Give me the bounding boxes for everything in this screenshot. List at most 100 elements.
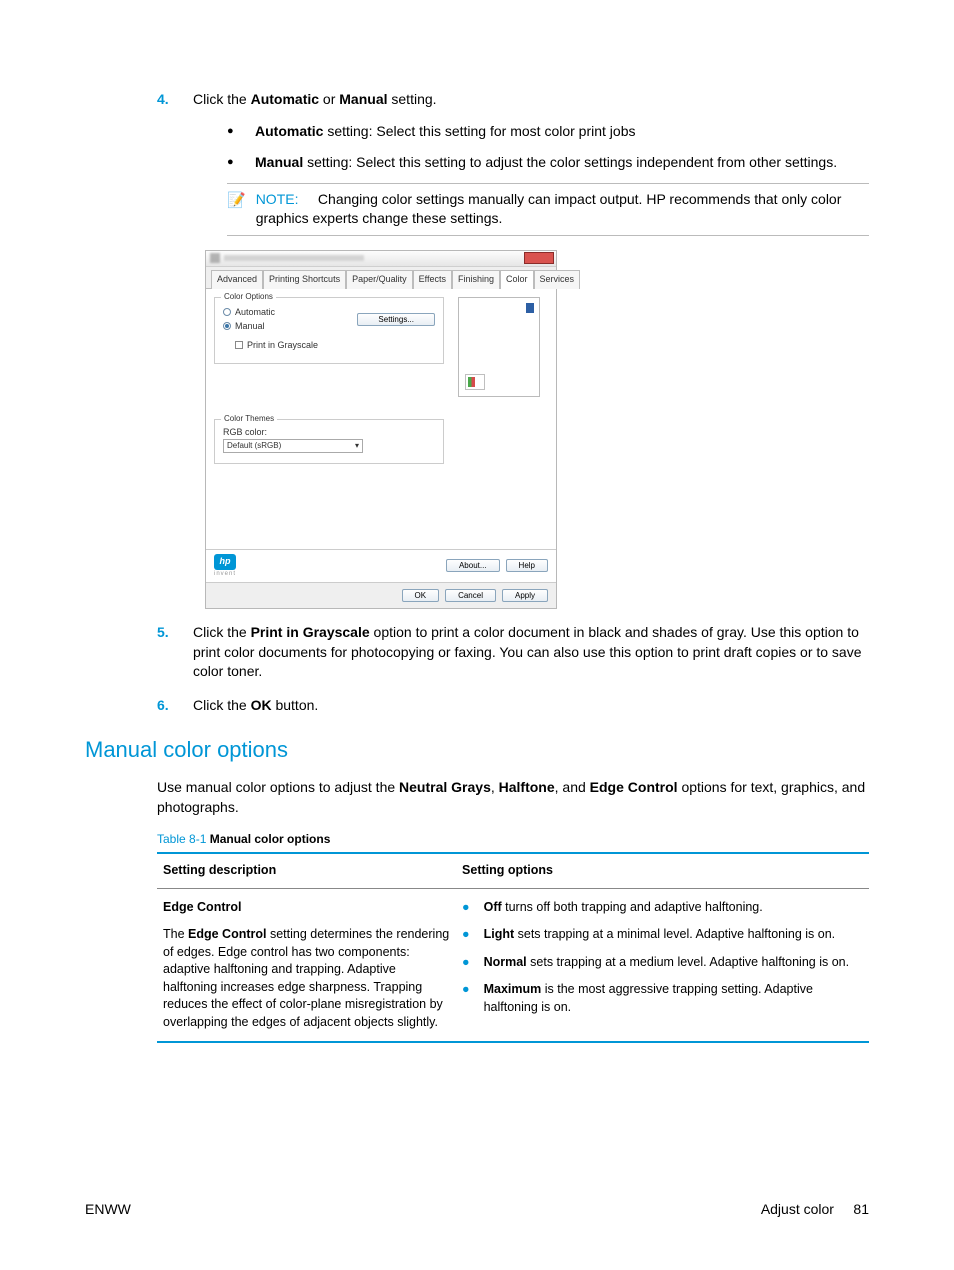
options-list: ● Off turns off both trapping and adaptiv… bbox=[462, 899, 863, 1017]
bullet-automatic: ● Automatic setting: Select this setting… bbox=[227, 122, 869, 142]
about-button[interactable]: About... bbox=[446, 559, 500, 572]
rgb-color-select[interactable]: Default (sRGB) ▾ bbox=[223, 439, 363, 453]
text: setting determines the rendering of edge… bbox=[163, 927, 449, 1029]
note-icon: 📝 bbox=[227, 190, 246, 229]
radio-manual[interactable] bbox=[223, 322, 231, 330]
bullet-manual: ● Manual setting: Select this setting to… bbox=[227, 153, 869, 173]
step-4: 4. Click the Automatic or Manual setting… bbox=[157, 90, 869, 236]
tab-color[interactable]: Color bbox=[500, 270, 534, 289]
dialog-tabs: Advanced Printing Shortcuts Paper/Qualit… bbox=[206, 267, 556, 289]
text-bold: Manual bbox=[339, 91, 387, 107]
step-number: 4. bbox=[157, 90, 175, 236]
text-bold: Automatic bbox=[255, 123, 323, 139]
bullet-icon: ● bbox=[462, 926, 470, 944]
text: button. bbox=[272, 697, 319, 713]
step-number: 5. bbox=[157, 623, 175, 682]
rgb-color-label: RGB color: bbox=[223, 426, 435, 439]
hp-logo-icon bbox=[214, 554, 236, 570]
dialog-titlebar bbox=[206, 251, 556, 267]
text: Click the bbox=[193, 91, 251, 107]
tab-advanced[interactable]: Advanced bbox=[211, 270, 263, 289]
text-bold: Edge Control bbox=[188, 927, 266, 941]
checkbox-grayscale-label: Print in Grayscale bbox=[247, 339, 318, 352]
chart-icon bbox=[465, 374, 485, 390]
text: Use manual color options to adjust the bbox=[157, 779, 399, 795]
section-intro: Use manual color options to adjust the N… bbox=[157, 778, 869, 817]
printer-icon bbox=[210, 253, 220, 263]
text: setting. bbox=[388, 91, 437, 107]
text-bold: Neutral Grays bbox=[399, 779, 491, 795]
group-title: Color Options bbox=[221, 291, 276, 302]
footer-section-name: Adjust color bbox=[761, 1201, 834, 1217]
list-item: ● Light sets trapping at a minimal level.… bbox=[462, 926, 863, 944]
note-block: 📝 NOTE: Changing color settings manually… bbox=[227, 183, 869, 236]
table-header: Setting description bbox=[157, 853, 456, 888]
text: sets trapping at a minimal level. Adapti… bbox=[514, 927, 835, 941]
bullet-icon: ● bbox=[227, 122, 237, 142]
text-bold: Automatic bbox=[251, 91, 319, 107]
text: setting: Select this setting to adjust t… bbox=[303, 154, 837, 170]
section-heading: Manual color options bbox=[85, 735, 869, 766]
list-item: ● Off turns off both trapping and adaptiv… bbox=[462, 899, 863, 917]
text: sets trapping at a medium level. Adaptiv… bbox=[527, 955, 849, 969]
text: The bbox=[163, 927, 188, 941]
bullet-icon: ● bbox=[462, 954, 470, 972]
table-caption: Table 8-1 Manual color options bbox=[157, 831, 869, 848]
text-bold: Off bbox=[484, 900, 502, 914]
tab-printing-shortcuts[interactable]: Printing Shortcuts bbox=[263, 270, 346, 289]
bullet-icon: ● bbox=[462, 981, 470, 1016]
text-bold: Normal bbox=[484, 955, 527, 969]
group-title: Color Themes bbox=[221, 413, 277, 424]
table-header: Setting options bbox=[456, 853, 869, 888]
close-icon[interactable] bbox=[524, 252, 554, 264]
text: Click the bbox=[193, 697, 251, 713]
radio-automatic[interactable] bbox=[223, 308, 231, 316]
text-bold: OK bbox=[251, 697, 272, 713]
help-button[interactable]: Help bbox=[506, 559, 548, 572]
cancel-button[interactable]: Cancel bbox=[445, 589, 496, 602]
bullet-icon: ● bbox=[462, 899, 470, 917]
checkbox-grayscale[interactable] bbox=[235, 341, 243, 349]
tab-services[interactable]: Services bbox=[534, 270, 581, 289]
text-bold: Edge Control bbox=[590, 779, 678, 795]
text: or bbox=[319, 91, 339, 107]
text: turns off both trapping and adaptive hal… bbox=[502, 900, 763, 914]
apply-button[interactable]: Apply bbox=[502, 589, 548, 602]
text-bold: Manual bbox=[255, 154, 303, 170]
step-5: 5. Click the Print in Grayscale option t… bbox=[157, 623, 869, 682]
tab-paper-quality[interactable]: Paper/Quality bbox=[346, 270, 413, 289]
text-bold: Halftone bbox=[499, 779, 555, 795]
text-bold: Maximum bbox=[484, 982, 542, 996]
dialog-title-text bbox=[224, 255, 364, 261]
page-preview bbox=[458, 297, 540, 397]
chevron-down-icon: ▾ bbox=[355, 440, 359, 451]
color-options-group: Color Options Automatic Manual bbox=[214, 297, 444, 365]
bullet-icon: ● bbox=[227, 153, 237, 173]
text-bold: Print in Grayscale bbox=[251, 624, 370, 640]
settings-button[interactable]: Settings... bbox=[357, 313, 435, 326]
tab-finishing[interactable]: Finishing bbox=[452, 270, 500, 289]
table-caption-label: Table 8-1 bbox=[157, 832, 206, 846]
step-6: 6. Click the OK button. bbox=[157, 696, 869, 716]
text: setting: Select this setting for most co… bbox=[323, 123, 635, 139]
radio-manual-label: Manual bbox=[235, 320, 265, 333]
text-bold: Light bbox=[484, 927, 515, 941]
logo-subtext: invent bbox=[214, 570, 236, 578]
text: Click the bbox=[193, 624, 251, 640]
step-content: Click the Automatic or Manual setting. ●… bbox=[193, 90, 869, 236]
list-item: ● Normal sets trapping at a medium level.… bbox=[462, 954, 863, 972]
note-label: NOTE: bbox=[256, 191, 299, 207]
color-themes-group: Color Themes RGB color: Default (sRGB) ▾ bbox=[214, 419, 444, 464]
page-footer: ENWW Adjust color 81 bbox=[85, 1200, 869, 1220]
manual-color-options-table: Setting description Setting options Edge… bbox=[157, 852, 869, 1043]
ok-button[interactable]: OK bbox=[402, 589, 440, 602]
list-item: ●Maximum is the most aggressive trapping… bbox=[462, 981, 863, 1016]
footer-left: ENWW bbox=[85, 1200, 131, 1220]
print-dialog-screenshot: Advanced Printing Shortcuts Paper/Qualit… bbox=[205, 250, 557, 609]
select-value: Default (sRGB) bbox=[227, 440, 281, 451]
step-number: 6. bbox=[157, 696, 175, 716]
tab-effects[interactable]: Effects bbox=[413, 270, 452, 289]
table-row: Edge Control The Edge Control setting de… bbox=[157, 888, 869, 1042]
radio-automatic-label: Automatic bbox=[235, 306, 275, 319]
setting-title: Edge Control bbox=[163, 900, 241, 914]
